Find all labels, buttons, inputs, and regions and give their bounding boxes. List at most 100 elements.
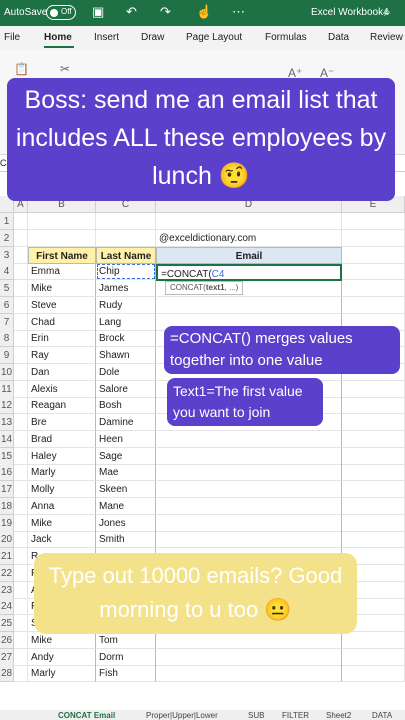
cell-b[interactable]: Marly	[28, 464, 96, 482]
cell-a[interactable]	[14, 481, 28, 498]
tab-data[interactable]: Data	[328, 32, 349, 43]
cut-icon[interactable]: ✂	[60, 62, 70, 76]
cell-c[interactable]: Fish	[96, 665, 156, 683]
row-header[interactable]: 8	[0, 330, 14, 348]
tab-insert[interactable]: Insert	[94, 32, 119, 43]
cell-a[interactable]	[14, 229, 28, 247]
cell-b[interactable]	[28, 229, 96, 247]
cell-b[interactable]: Mike	[28, 514, 96, 532]
cell-c[interactable]: Jones	[96, 514, 156, 532]
cell-e[interactable]	[342, 213, 405, 230]
cell-b[interactable]: Mike	[28, 631, 96, 649]
cell-d[interactable]	[156, 631, 342, 649]
cell-d[interactable]	[156, 464, 342, 482]
cell-c[interactable]: Chip	[96, 263, 156, 281]
tab-review[interactable]: Review	[370, 32, 403, 43]
cell-e[interactable]	[342, 263, 405, 281]
cell-e[interactable]	[342, 481, 405, 498]
cell-b[interactable]: Haley	[28, 447, 96, 465]
cell-a[interactable]	[14, 363, 28, 381]
row-header[interactable]: 18	[0, 497, 14, 515]
cell-d[interactable]	[156, 648, 342, 666]
sheet-tab-sub[interactable]: SUB	[248, 711, 264, 720]
cell-c[interactable]: Heen	[96, 430, 156, 448]
cell-b[interactable]: Mike	[28, 280, 96, 297]
cell-d[interactable]	[156, 213, 342, 230]
row-header[interactable]: 1	[0, 213, 14, 230]
cell-e[interactable]	[342, 631, 405, 649]
row-header[interactable]: 28	[0, 665, 14, 683]
row-header[interactable]: 3	[0, 246, 14, 264]
cell-d[interactable]	[156, 497, 342, 515]
cell-b[interactable]: Dan	[28, 363, 96, 381]
row-header[interactable]: 4	[0, 263, 14, 281]
cell-c[interactable]: Mane	[96, 497, 156, 515]
cell-a[interactable]	[14, 665, 28, 683]
row-header[interactable]: 25	[0, 615, 14, 632]
cell-e[interactable]	[342, 497, 405, 515]
cell-e[interactable]	[342, 464, 405, 482]
row-header[interactable]: 13	[0, 414, 14, 431]
tab-draw[interactable]: Draw	[141, 32, 164, 43]
cell-e[interactable]	[342, 296, 405, 314]
active-formula-cell[interactable]: =CONCAT(C4	[156, 264, 342, 281]
cell-d[interactable]	[156, 430, 342, 448]
cell-c[interactable]: Sage	[96, 447, 156, 465]
row-header[interactable]: 9	[0, 347, 14, 364]
cell-b[interactable]: Jack	[28, 531, 96, 549]
cell-b[interactable]: Chad	[28, 313, 96, 331]
tab-home[interactable]: Home	[44, 32, 72, 43]
cell-a[interactable]	[14, 447, 28, 465]
header-last-name[interactable]: Last Name	[96, 247, 156, 264]
tab-file[interactable]: File	[4, 32, 20, 43]
cell-e[interactable]	[342, 280, 405, 297]
cell-e[interactable]	[342, 447, 405, 465]
paste-icon[interactable]: 📋	[14, 62, 29, 76]
cell-e[interactable]	[342, 397, 405, 415]
cell-c[interactable]: Salore	[96, 380, 156, 398]
cell-c[interactable]: Bosh	[96, 397, 156, 415]
sheet-tab-sheet2[interactable]: Sheet2	[326, 711, 351, 720]
header-email[interactable]: Email	[156, 247, 342, 264]
row-header[interactable]: 17	[0, 481, 14, 498]
cell-a[interactable]	[14, 497, 28, 515]
cell-b[interactable]: Molly	[28, 481, 96, 498]
cell-a[interactable]	[14, 615, 28, 632]
header-first-name[interactable]: First Name	[28, 247, 96, 264]
tab-page-layout[interactable]: Page Layout	[186, 32, 242, 43]
row-header[interactable]: 14	[0, 430, 14, 448]
row-header[interactable]: 26	[0, 631, 14, 649]
autosave-toggle[interactable]: Off	[46, 5, 76, 20]
cell-b[interactable]: Marly	[28, 665, 96, 683]
cell-c[interactable]: Skeen	[96, 481, 156, 498]
sheet-tab-filter[interactable]: FILTER	[282, 711, 309, 720]
touch-mode-icon[interactable]: ☝	[196, 4, 212, 20]
row-header[interactable]: 24	[0, 598, 14, 616]
row-header[interactable]: 15	[0, 447, 14, 465]
cell-b[interactable]	[28, 213, 96, 230]
cell-b[interactable]: Erin	[28, 330, 96, 348]
row-header[interactable]: 5	[0, 280, 14, 297]
function-tooltip[interactable]: CONCAT(text1, ...)	[165, 281, 244, 295]
cell-e[interactable]	[342, 246, 405, 264]
cell-a[interactable]	[14, 397, 28, 415]
row-header[interactable]: 10	[0, 363, 14, 381]
cell-b[interactable]: Reagan	[28, 397, 96, 415]
cell-a[interactable]	[14, 313, 28, 331]
row-header[interactable]: 23	[0, 581, 14, 599]
cell-a[interactable]	[14, 514, 28, 532]
cell-c[interactable]: Mae	[96, 464, 156, 482]
cell-b[interactable]: Alexis	[28, 380, 96, 398]
row-header[interactable]: 2	[0, 229, 14, 247]
cell-a[interactable]	[14, 564, 28, 582]
row-header[interactable]: 12	[0, 397, 14, 415]
cell-b[interactable]: Steve	[28, 296, 96, 314]
sheet-tab-concat-email[interactable]: CONCAT Email	[58, 711, 115, 720]
cell-b[interactable]: Bre	[28, 414, 96, 431]
row-header[interactable]: 16	[0, 464, 14, 482]
cell-e[interactable]	[342, 380, 405, 398]
cell-a[interactable]	[14, 548, 28, 565]
cell-d[interactable]	[156, 665, 342, 683]
undo-icon[interactable]: ↶	[126, 4, 137, 20]
cell-a[interactable]	[14, 430, 28, 448]
